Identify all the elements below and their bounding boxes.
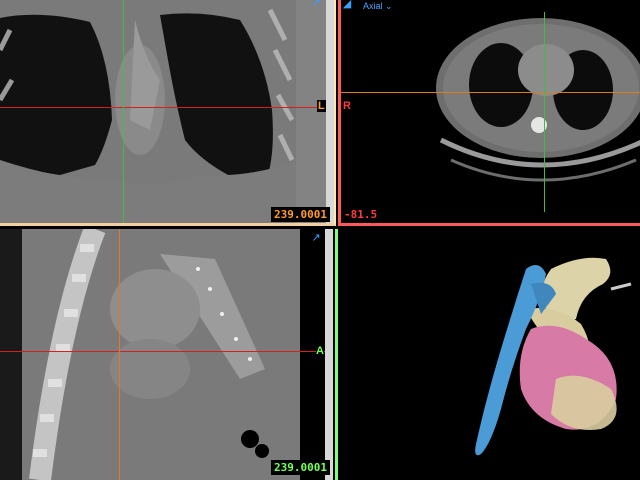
- sagittal-orientation-label: A: [316, 345, 324, 357]
- axial-crosshair-vertical[interactable]: [544, 12, 545, 212]
- sagittal-crosshair-horizontal[interactable]: [0, 351, 325, 352]
- 3d-render-viewport[interactable]: [341, 229, 640, 480]
- coronal-crosshair-vertical[interactable]: [123, 0, 124, 223]
- axial-crosshair-horizontal[interactable]: [341, 92, 640, 93]
- chevron-down-icon: ⌄: [385, 1, 393, 11]
- axial-view-label: Axial: [363, 1, 383, 11]
- 3d-heart-model: [341, 229, 640, 480]
- coronal-slice-value: 239.0001: [271, 207, 330, 222]
- axial-slice-value: -81.5: [341, 207, 381, 222]
- coronal-crosshair-horizontal[interactable]: [0, 107, 326, 108]
- expand-arrow-icon[interactable]: ↗: [310, 232, 322, 244]
- axial-viewport[interactable]: Axial ⌄ ◢ R -81.5: [338, 0, 640, 226]
- coronal-ct-image: [0, 0, 334, 223]
- sagittal-ct-image: [0, 229, 335, 480]
- sagittal-crosshair-vertical[interactable]: [119, 229, 120, 480]
- axial-view-dropdown[interactable]: Axial ⌄: [363, 1, 393, 12]
- sagittal-slice-value: 239.0001: [271, 460, 330, 475]
- sagittal-scrollbar[interactable]: [325, 229, 333, 480]
- coronal-orientation-label: L: [317, 100, 326, 112]
- sagittal-viewport[interactable]: A ↗ 239.0001: [0, 229, 338, 480]
- expand-arrow-icon[interactable]: ↗: [310, 0, 322, 9]
- axial-ct-image: [341, 0, 640, 223]
- coronal-scrollbar[interactable]: [326, 0, 334, 223]
- coronal-viewport[interactable]: L ↗ 239.0001: [0, 0, 336, 226]
- axial-orientation-label: R: [343, 100, 351, 112]
- expand-arrow-icon[interactable]: ◢: [341, 0, 353, 10]
